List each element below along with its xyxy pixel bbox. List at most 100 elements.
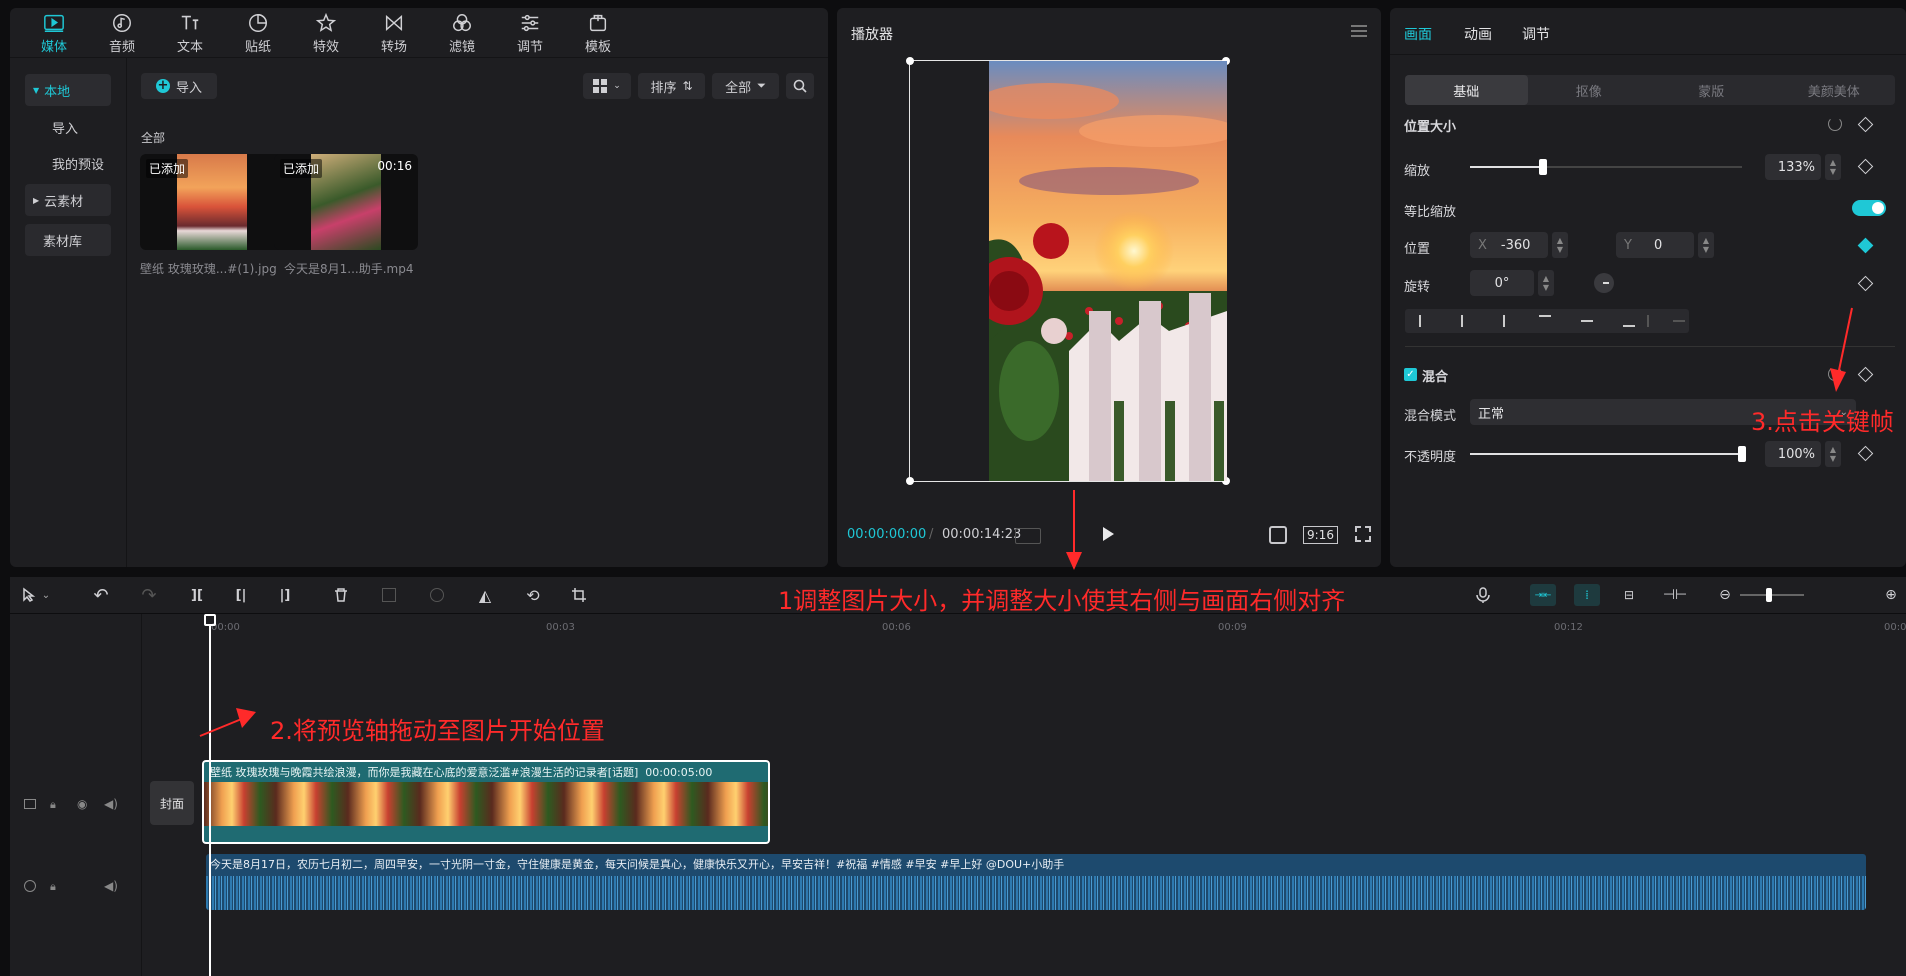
sidebar-item-library[interactable]: 素材库 — [25, 224, 111, 256]
zoom-out-icon[interactable]: ⊖ — [1714, 584, 1736, 606]
undo-icon[interactable]: ↶ — [90, 584, 112, 606]
resize-handle[interactable] — [906, 477, 914, 485]
tab-adjust[interactable]: 调节 — [496, 8, 564, 58]
select-tool-icon[interactable] — [18, 584, 40, 606]
keyframe-icon-active[interactable] — [1857, 237, 1874, 254]
cover-button[interactable]: 封面 — [150, 781, 194, 825]
chevron-down-icon[interactable]: ⌄ — [40, 584, 52, 606]
subtab-beauty[interactable]: 美颜美体 — [1773, 75, 1896, 105]
play-icon[interactable] — [1103, 527, 1114, 541]
sidebar-item-cloud[interactable]: ▶ 云素材 — [25, 184, 111, 216]
tab-text[interactable]: 文本 — [156, 8, 224, 58]
blend-checkbox[interactable]: ✓ — [1404, 368, 1417, 381]
linkage-icon[interactable]: ⁞ — [1574, 584, 1600, 606]
reset-icon[interactable] — [1828, 117, 1842, 131]
keyframe-icon[interactable] — [1857, 275, 1874, 292]
tab-sticker[interactable]: 贴纸 — [224, 8, 292, 58]
lock-icon[interactable]: 🔒︎ — [50, 880, 56, 894]
subtab-cutout[interactable]: 抠像 — [1528, 75, 1651, 105]
scale-slider-knob[interactable] — [1539, 159, 1548, 175]
eye-icon[interactable]: ◉ — [77, 797, 87, 811]
opacity-slider-track[interactable] — [1470, 446, 1746, 462]
mirror-icon[interactable]: ◭ — [474, 584, 496, 606]
trim-left-icon[interactable]: [| — [230, 584, 252, 606]
trim-right-icon[interactable]: |] — [274, 584, 296, 606]
scale-input[interactable]: 133% — [1765, 154, 1821, 180]
added-badge: 已添加 — [146, 159, 189, 178]
speaker-icon[interactable]: ◀) — [104, 879, 118, 893]
caret-right-icon: ▶ — [33, 195, 40, 205]
lock-icon[interactable]: 🔒︎ — [50, 798, 56, 812]
zoom-in-icon[interactable]: ⊕ — [1880, 584, 1902, 606]
filter-button[interactable]: 全部 ⏷ — [712, 73, 779, 99]
align-top-icon[interactable] — [1539, 315, 1551, 317]
import-button[interactable]: + 导入 — [141, 73, 217, 99]
aspect-ratio-button[interactable]: 9:16 — [1303, 526, 1338, 544]
search-button[interactable] — [786, 73, 814, 99]
tab-filter[interactable]: 滤镜 — [428, 8, 496, 58]
video-clip[interactable]: 壁纸 玫瑰玫瑰与晚霞共绘浪漫，而你是我藏在心底的爱意泛滥#浪漫生活的记录者[话题… — [202, 760, 770, 844]
position-y-stepper[interactable]: ▲ ▼ — [1698, 232, 1714, 258]
crop-icon[interactable] — [568, 584, 590, 606]
sort-button[interactable]: 排序 ⇅ — [638, 73, 705, 99]
subtab-basic[interactable]: 基础 — [1405, 75, 1528, 105]
audio-clip[interactable]: 今天是8月17日，农历七月初二，周四早安，一寸光阴一寸金，守住健康是黄金，每天问… — [206, 854, 1866, 910]
scale-slider-track[interactable] — [1470, 159, 1742, 175]
opacity-stepper[interactable]: ▲ ▼ — [1825, 441, 1841, 467]
align-hcenter-icon[interactable] — [1461, 315, 1463, 327]
magnet-icon[interactable]: ⇥⇤ — [1530, 584, 1556, 606]
align-left-icon[interactable] — [1419, 315, 1421, 327]
playhead-handle[interactable] — [204, 614, 216, 626]
keyframe-icon[interactable] — [1857, 116, 1874, 133]
section-blend[interactable]: 混合 — [1422, 366, 1448, 385]
rotate-input[interactable]: 0° — [1470, 270, 1534, 296]
tab-effects[interactable]: 特效 — [292, 8, 360, 58]
opacity-slider-knob[interactable] — [1738, 446, 1746, 462]
sidebar-item-import[interactable]: 导入 — [25, 111, 111, 143]
snap-icon[interactable]: ⊣⊢ — [1663, 584, 1687, 606]
reset-icon[interactable] — [1828, 367, 1842, 381]
resize-handle[interactable] — [906, 57, 914, 65]
view-mode-button[interactable]: ⌄ — [583, 73, 631, 99]
zoom-slider-knob[interactable] — [1766, 588, 1772, 602]
microphone-icon[interactable] — [1472, 584, 1494, 606]
media-item-image[interactable]: 已添加 — [140, 154, 284, 250]
rotate-dial[interactable] — [1594, 273, 1614, 293]
subtab-mask[interactable]: 蒙版 — [1650, 75, 1773, 105]
keyframe-icon[interactable] — [1857, 158, 1874, 175]
delete-icon[interactable] — [330, 584, 352, 606]
uniform-scale-toggle[interactable] — [1852, 200, 1886, 216]
fullscreen-icon[interactable] — [1355, 526, 1371, 542]
align-bottom-icon[interactable] — [1623, 325, 1635, 327]
sidebar-item-local[interactable]: ▼ 本地 — [25, 74, 111, 106]
tab-template[interactable]: 模板 — [564, 8, 632, 58]
scale-stepper[interactable]: ▲ ▼ — [1825, 154, 1841, 180]
tab-adjust[interactable]: 调节 — [1522, 24, 1550, 44]
position-x-stepper[interactable]: ▲ ▼ — [1552, 232, 1568, 258]
playhead-line[interactable] — [209, 626, 211, 976]
media-item-video[interactable]: 已添加 00:16 — [274, 154, 418, 250]
tab-media[interactable]: 媒体 — [20, 8, 88, 58]
opacity-input[interactable]: 100% — [1765, 441, 1821, 467]
menu-icon[interactable] — [1351, 25, 1367, 37]
tab-audio[interactable]: 音频 — [88, 8, 156, 58]
split-icon[interactable]: ][ — [186, 584, 208, 606]
position-x-input[interactable]: X -360 — [1470, 232, 1548, 258]
section-position-size[interactable]: 位置大小 — [1404, 116, 1456, 135]
position-y-input[interactable]: Y0 — [1616, 232, 1694, 258]
zoom-fit-icon[interactable] — [1269, 526, 1287, 544]
keyframe-icon[interactable] — [1857, 445, 1874, 462]
rotate-stepper[interactable]: ▲ ▼ — [1538, 270, 1554, 296]
align-right-icon[interactable] — [1503, 315, 1505, 327]
timeline-list-icon[interactable] — [1015, 528, 1041, 544]
tab-picture[interactable]: 画面 — [1404, 24, 1432, 44]
zoom-slider[interactable] — [1740, 588, 1804, 602]
preview-axis-icon[interactable]: ⊟ — [1618, 584, 1640, 606]
keyframe-icon[interactable] — [1857, 366, 1874, 383]
speaker-icon[interactable]: ◀) — [104, 797, 118, 811]
sidebar-item-presets[interactable]: 我的预设 — [25, 147, 111, 179]
tab-animation[interactable]: 动画 — [1464, 24, 1492, 44]
tab-transition[interactable]: 转场 — [360, 8, 428, 58]
rotate-icon[interactable]: ⟲ — [522, 584, 544, 606]
align-vcenter-icon[interactable] — [1581, 320, 1593, 322]
